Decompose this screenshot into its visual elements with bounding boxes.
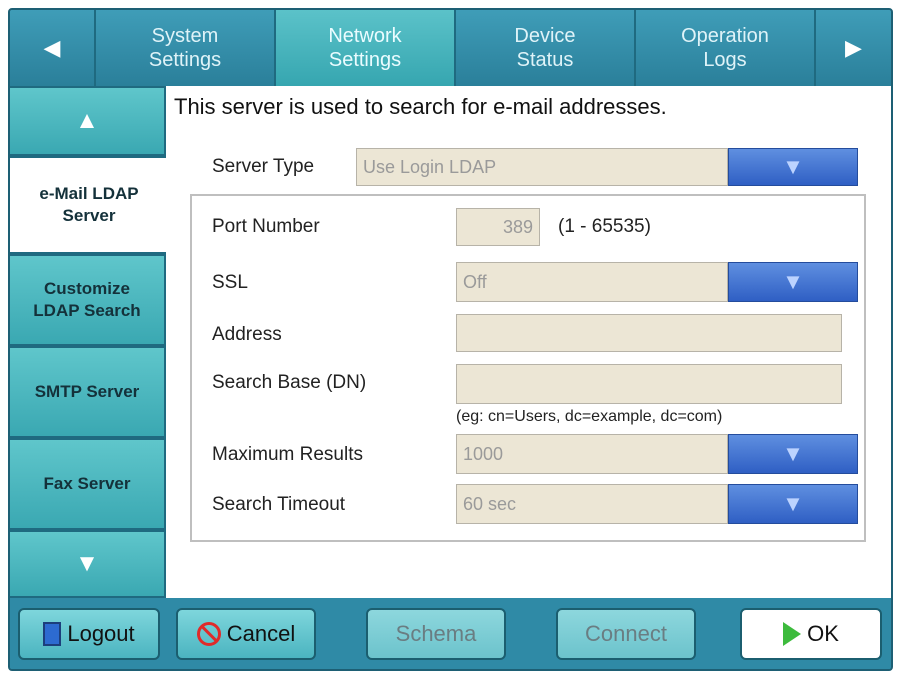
search-timeout-dropdown-icon[interactable]: ▼ bbox=[728, 484, 858, 524]
top-tab-bar: ◀ System Settings Network Settings Device S… bbox=[10, 10, 891, 86]
schema-button[interactable]: Schema bbox=[366, 608, 506, 660]
search-timeout-select[interactable]: 60 sec bbox=[456, 484, 728, 524]
bottom-button-bar: Logout Cancel Schema Connect OK bbox=[10, 598, 891, 669]
tab-system-settings[interactable]: System Settings bbox=[96, 10, 276, 86]
tab-label-line1: Device bbox=[514, 25, 576, 47]
logout-button[interactable]: Logout bbox=[18, 608, 160, 660]
sidebar-up-arrow-icon[interactable]: ▲ bbox=[10, 86, 166, 156]
server-type-label: Server Type bbox=[212, 156, 315, 177]
sidebar-item-label: SMTP Server bbox=[34, 382, 140, 401]
search-base-input[interactable] bbox=[456, 364, 842, 404]
schema-label: Schema bbox=[395, 621, 477, 646]
cancel-label: Cancel bbox=[226, 621, 296, 646]
maximum-results-select[interactable]: 1000 bbox=[456, 434, 728, 474]
maximum-results-label: Maximum Results bbox=[212, 444, 363, 465]
search-base-label: Search Base (DN) bbox=[212, 372, 367, 393]
settings-panel: This server is used to search for e-mail… bbox=[166, 86, 891, 598]
tab-device-status[interactable]: Device Status bbox=[456, 10, 636, 86]
sidebar-item-label: Server bbox=[62, 206, 116, 225]
sidebar-item-label: LDAP Search bbox=[33, 301, 141, 320]
tab-label-line2: Logs bbox=[703, 49, 747, 71]
maximum-results-dropdown-icon[interactable]: ▼ bbox=[728, 434, 858, 474]
tab-label-line2: Status bbox=[516, 49, 574, 71]
logout-label: Logout bbox=[67, 621, 135, 646]
tab-network-settings[interactable]: Network Settings bbox=[276, 10, 456, 86]
app-frame: ◀ System Settings Network Settings Device S… bbox=[8, 8, 893, 671]
sidebar: ▲ e-Mail LDAP Server Customize LDAP Search… bbox=[10, 86, 168, 598]
cancel-button[interactable]: Cancel bbox=[176, 608, 316, 660]
tab-label-line2: Settings bbox=[328, 49, 402, 71]
tab-next-arrow-icon[interactable]: ▶ bbox=[816, 10, 891, 86]
address-input[interactable] bbox=[456, 314, 842, 352]
address-label: Address bbox=[212, 324, 282, 345]
connect-label: Connect bbox=[585, 621, 667, 646]
ok-play-icon bbox=[783, 622, 802, 646]
sidebar-item-label: Customize bbox=[44, 279, 130, 298]
sidebar-item-customize-ldap-search[interactable]: Customize LDAP Search bbox=[10, 254, 166, 346]
tab-label-line1: Operation bbox=[681, 25, 769, 47]
tab-prev-arrow-icon[interactable]: ◀ bbox=[10, 10, 96, 86]
ssl-select[interactable]: Off bbox=[456, 262, 728, 302]
sidebar-item-fax-server[interactable]: Fax Server bbox=[10, 438, 166, 530]
sidebar-item-label: e-Mail LDAP bbox=[39, 184, 139, 203]
search-base-hint: (eg: cn=Users, dc=example, dc=com) bbox=[456, 408, 723, 425]
port-number-label: Port Number bbox=[212, 216, 320, 237]
sidebar-item-email-ldap-server[interactable]: e-Mail LDAP Server bbox=[10, 156, 168, 254]
cancel-icon bbox=[196, 622, 221, 646]
sidebar-down-arrow-icon[interactable]: ▼ bbox=[10, 530, 166, 598]
tab-label-line1: System bbox=[151, 25, 219, 47]
panel-description: This server is used to search for e-mail… bbox=[174, 94, 667, 119]
tab-operation-logs[interactable]: Operation Logs bbox=[636, 10, 816, 86]
search-timeout-label: Search Timeout bbox=[212, 494, 346, 515]
sidebar-item-label: Fax Server bbox=[43, 474, 131, 493]
tab-label-line2: Settings bbox=[148, 49, 222, 71]
ok-label: OK bbox=[807, 621, 839, 646]
logout-door-icon bbox=[43, 622, 62, 646]
server-type-select[interactable]: Use Login LDAP bbox=[356, 148, 728, 186]
ok-button[interactable]: OK bbox=[740, 608, 882, 660]
connect-button[interactable]: Connect bbox=[556, 608, 696, 660]
ssl-dropdown-icon[interactable]: ▼ bbox=[728, 262, 858, 302]
port-range-hint: (1 - 65535) bbox=[558, 216, 651, 237]
port-number-input[interactable]: 389 bbox=[456, 208, 540, 246]
sidebar-item-smtp-server[interactable]: SMTP Server bbox=[10, 346, 166, 438]
server-type-dropdown-icon[interactable]: ▼ bbox=[728, 148, 858, 186]
tab-label-line1: Network bbox=[328, 25, 402, 47]
ssl-label: SSL bbox=[212, 272, 248, 293]
